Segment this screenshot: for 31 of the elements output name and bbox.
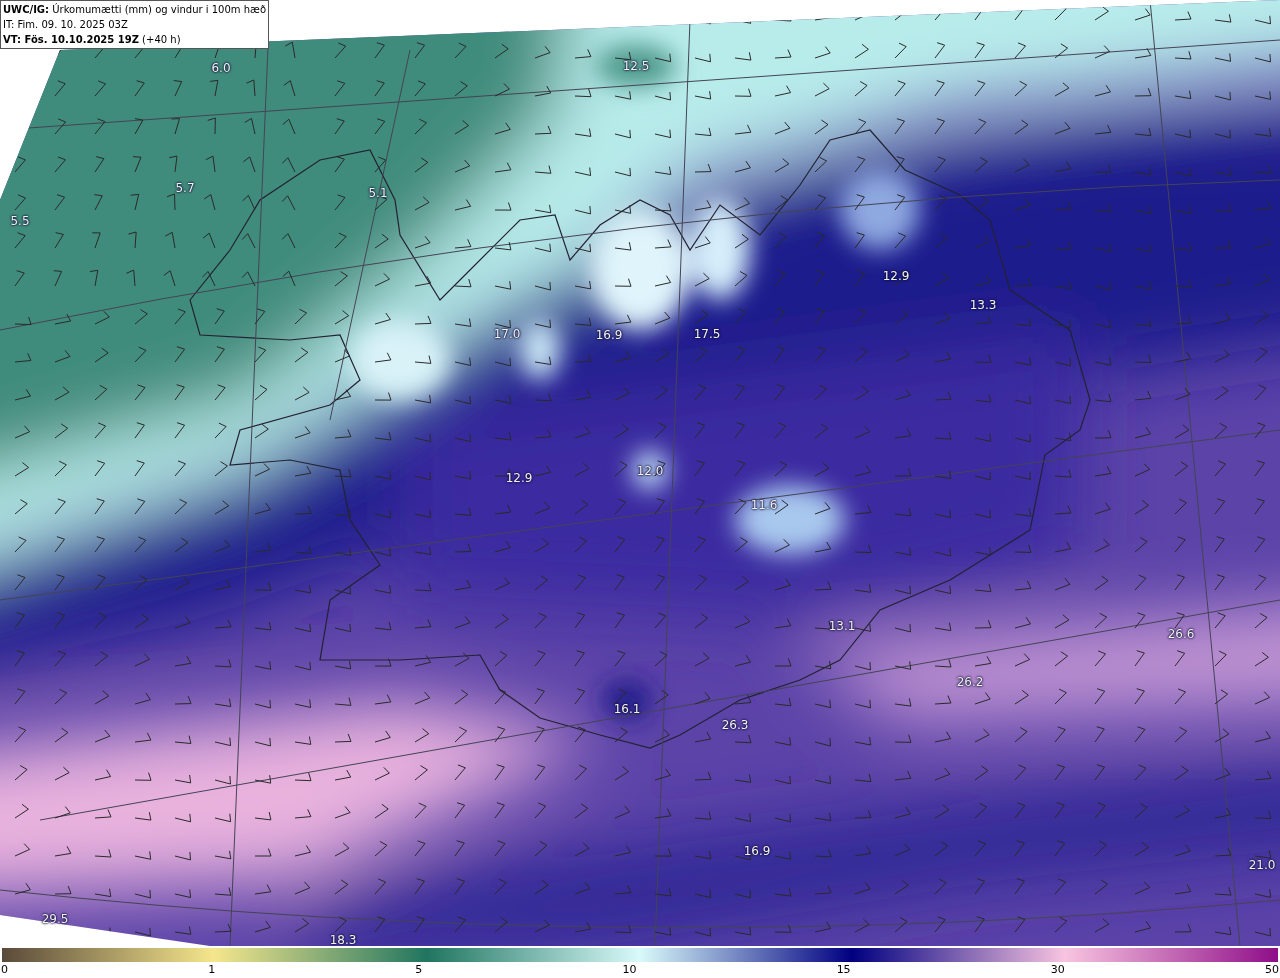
map-title: UWC/IG: Úrkomumætti (mm) og vindur i 100m hæð (3, 2, 267, 17)
map-value-label: 17.5 (693, 328, 721, 340)
colorbar-tick-label: 0 (1, 962, 8, 977)
colorbar-tick-label: 1 (208, 962, 216, 977)
map-value-label: 26.6 (1167, 628, 1195, 640)
map-value-label: 26.2 (956, 676, 984, 688)
map-value-label: 16.1 (613, 703, 641, 715)
issue-time: IT: Fim. 09. 10. 2025 03Z (3, 18, 129, 32)
map-value-label: 6.0 (211, 62, 231, 74)
map-value-label: 12.9 (882, 270, 910, 282)
map-value-label: 13.3 (969, 299, 997, 311)
map-value-label: 5.1 (368, 187, 388, 199)
colorbar-tick-label: 5 (415, 962, 423, 977)
valid-time: VT: Fös. 10.10.2025 19Z (+40 h) (3, 33, 182, 47)
map-value-label: 12.5 (622, 60, 650, 72)
map-value-label: 26.3 (721, 719, 749, 731)
map-value-label: 16.9 (743, 845, 771, 857)
map-value-label: 12.9 (505, 472, 533, 484)
map-value-label: 29.5 (41, 913, 69, 925)
colorbar-tick-label: 50 (1264, 962, 1279, 977)
map-value-label: 5.7 (175, 182, 195, 194)
colorbar-tick-label: 30 (1050, 962, 1065, 977)
map-value-label: 11.6 (750, 499, 778, 511)
map-value-label: 16.9 (595, 329, 623, 341)
map-value-label: 5.5 (10, 215, 30, 227)
map-value-label: 21.0 (1248, 859, 1276, 871)
map-value-label: 17.0 (493, 328, 521, 340)
map-value-label: 18.3 (329, 934, 357, 946)
colorbar-tick-label: 15 (836, 962, 851, 977)
colorbar-tick-label: 10 (622, 962, 637, 977)
map-value-label: 13.1 (828, 620, 856, 632)
